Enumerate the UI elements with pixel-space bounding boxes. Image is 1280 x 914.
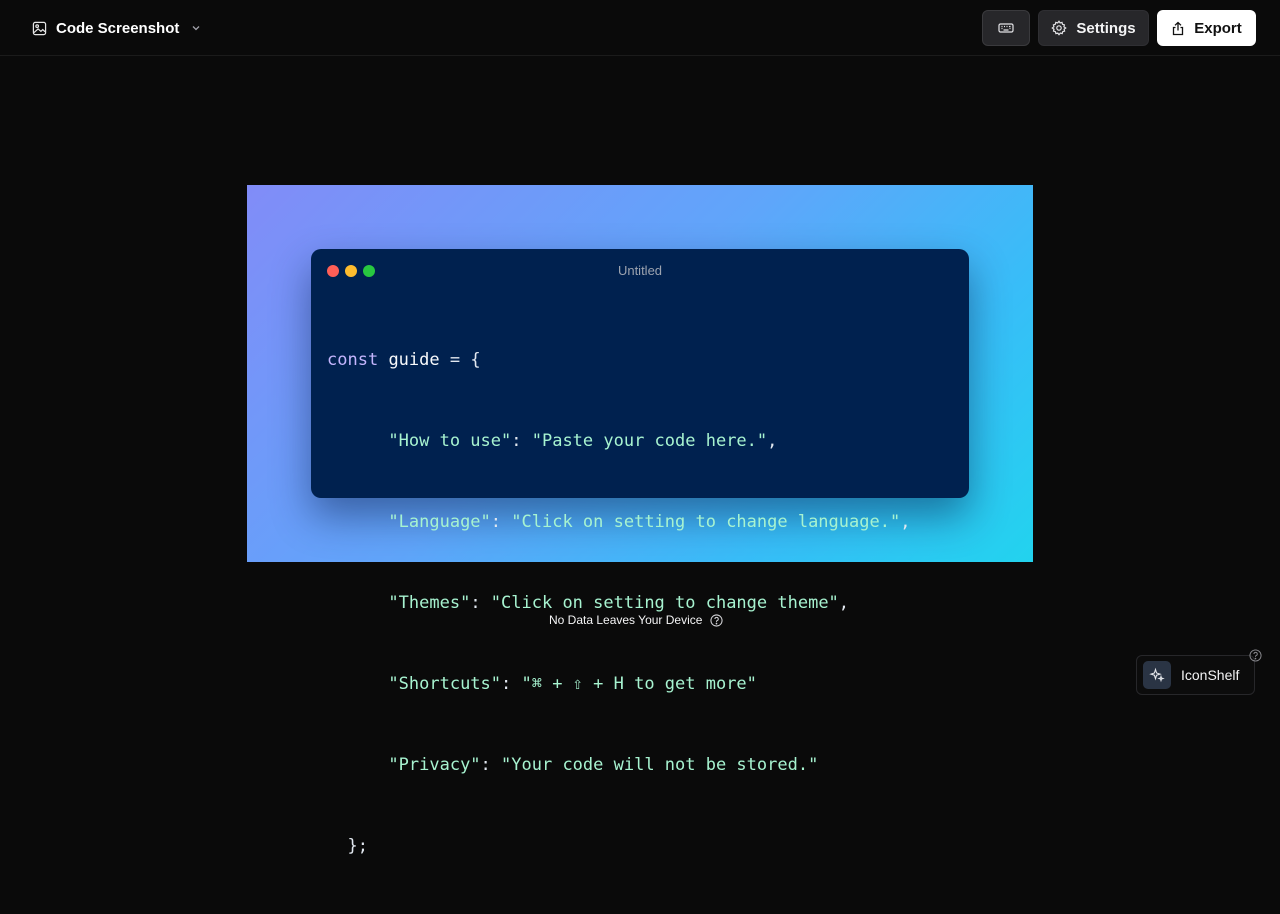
code-line: "Shortcuts": "⌘ + ⇧ + H to get more"	[388, 674, 757, 694]
code-key: "Shortcuts"	[388, 674, 502, 694]
export-label: Export	[1194, 19, 1242, 37]
iconshelf-widget[interactable]: IconShelf	[1136, 655, 1255, 695]
code-line: "Language": "Click on setting to change …	[388, 512, 911, 532]
keyboard-icon	[998, 23, 1014, 33]
app-title: Code Screenshot	[56, 19, 180, 37]
code-line: "How to use": "Paste your code here.",	[388, 431, 778, 451]
code-close-brace: };	[327, 836, 368, 856]
code-value: "Paste your code here."	[531, 431, 768, 451]
iconshelf-badge	[1143, 661, 1171, 689]
settings-label: Settings	[1076, 19, 1136, 37]
help-icon[interactable]	[1249, 649, 1262, 662]
privacy-note-text: No Data Leaves Your Device	[549, 613, 703, 627]
top-bar: Code Screenshot Settings Export	[0, 0, 1280, 56]
code-line: "Privacy": "Your code will not be stored…	[388, 755, 819, 775]
code-identifier: guide	[388, 350, 440, 370]
share-upload-icon	[1173, 21, 1184, 35]
privacy-note: No Data Leaves Your Device	[549, 613, 724, 627]
screenshot-canvas: Untitled const guide = { "How to use": "…	[247, 185, 1033, 856]
chevron-down-icon	[192, 26, 200, 31]
app-menu-dropdown[interactable]: Code Screenshot	[32, 17, 202, 39]
code-value: "Click on setting to change language."	[511, 512, 901, 532]
window-title[interactable]: Untitled	[311, 263, 969, 278]
code-key: "Privacy"	[388, 755, 481, 775]
code-line: };	[327, 833, 910, 860]
image-icon	[32, 21, 47, 35]
iconshelf-label: IconShelf	[1181, 667, 1240, 683]
export-button[interactable]: Export	[1157, 10, 1256, 46]
code-key: "How to use"	[388, 431, 512, 451]
keyboard-shortcuts-button[interactable]	[982, 10, 1030, 46]
code-value: "Your code will not be stored."	[501, 755, 819, 775]
code-keyword: const	[327, 350, 379, 370]
code-value: "Click on setting to change theme"	[490, 593, 839, 613]
code-window: Untitled const guide = { "How to use": "…	[311, 249, 969, 856]
question-circle-icon[interactable]	[710, 613, 724, 627]
settings-button[interactable]: Settings	[1038, 10, 1149, 46]
code-key: "Themes"	[388, 593, 471, 613]
gear-icon	[1051, 20, 1068, 36]
code-editor[interactable]: const guide = { "How to use": "Paste you…	[327, 293, 910, 914]
sparkles-icon	[1149, 667, 1165, 683]
code-punctuation: = {	[439, 350, 481, 370]
code-line: const guide = {	[327, 347, 910, 374]
code-key: "Language"	[388, 512, 491, 532]
code-value: "⌘ + ⇧ + H to get more"	[521, 674, 757, 694]
